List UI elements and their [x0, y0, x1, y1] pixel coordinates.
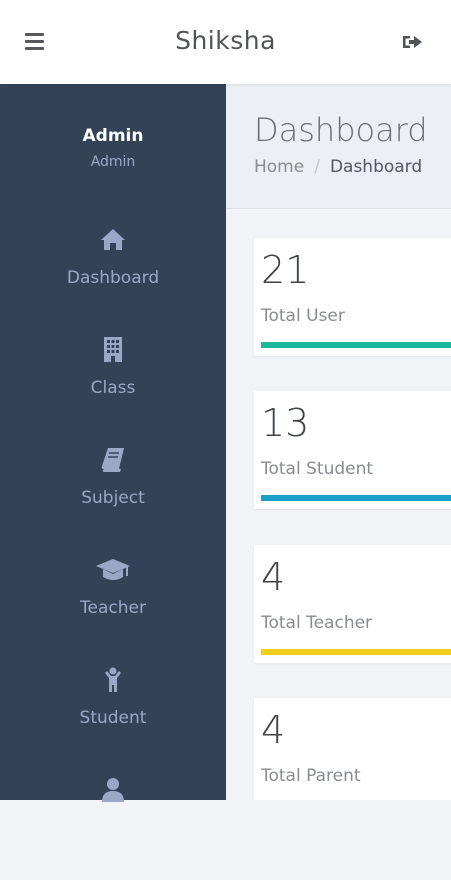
user-name: Admin	[82, 126, 144, 146]
stat-label: Total Teacher	[261, 613, 373, 633]
breadcrumb-separator: /	[314, 157, 320, 177]
stat-progress-bar	[261, 342, 451, 348]
page-title: Dashboard	[254, 111, 428, 149]
user-role: Admin	[90, 154, 136, 170]
stat-progress-bar	[261, 495, 451, 501]
breadcrumb-home-link[interactable]: Home	[254, 157, 304, 177]
sidebar-item-user[interactable]	[0, 776, 226, 880]
stat-value: 21	[261, 248, 310, 292]
sidebar-item-label: Class	[90, 378, 136, 398]
stat-card-total-user: 21 Total User	[254, 238, 451, 356]
stat-value: 13	[261, 401, 310, 445]
building-icon	[99, 336, 127, 364]
book-icon	[99, 446, 127, 474]
sign-out-icon[interactable]	[400, 30, 428, 54]
stat-card-total-student: 13 Total Student	[254, 391, 451, 509]
sidebar-item-label: Student	[79, 708, 147, 728]
sidebar-item-label: Subject	[81, 488, 145, 508]
stat-label: Total User	[261, 306, 345, 326]
sidebar-item-subject[interactable]: Subject	[0, 446, 226, 550]
stat-card-total-teacher: 4 Total Teacher	[254, 545, 451, 663]
sidebar-item-teacher[interactable]: Teacher	[0, 556, 226, 660]
breadcrumb: Home / Dashboard	[254, 157, 422, 177]
sidebar: Admin Admin Dashboard Class Subject Teac…	[0, 84, 226, 802]
stat-value: 4	[261, 708, 286, 752]
main-content: Dashboard Home / Dashboard 21 Total User 1…	[226, 84, 451, 800]
app-title: Shiksha	[175, 26, 276, 55]
page-header: Dashboard Home / Dashboard	[226, 84, 451, 209]
sidebar-item-label: Teacher	[80, 598, 146, 618]
breadcrumb-current: Dashboard	[329, 157, 423, 177]
child-icon	[99, 666, 127, 694]
stat-label: Total Parent	[261, 766, 361, 786]
home-icon	[99, 226, 127, 254]
sidebar-item-dashboard[interactable]: Dashboard	[0, 226, 226, 330]
top-bar: Shiksha	[0, 0, 451, 84]
graduation-cap-icon	[95, 556, 131, 584]
sidebar-item-student[interactable]: Student	[0, 666, 226, 770]
sidebar-item-class[interactable]: Class	[0, 336, 226, 440]
sidebar-item-label: Dashboard	[66, 268, 160, 288]
stat-label: Total Student	[261, 459, 374, 479]
stat-value: 4	[261, 555, 286, 599]
stat-card-total-parent: 4 Total Parent	[254, 698, 451, 800]
stat-progress-bar	[261, 649, 451, 655]
